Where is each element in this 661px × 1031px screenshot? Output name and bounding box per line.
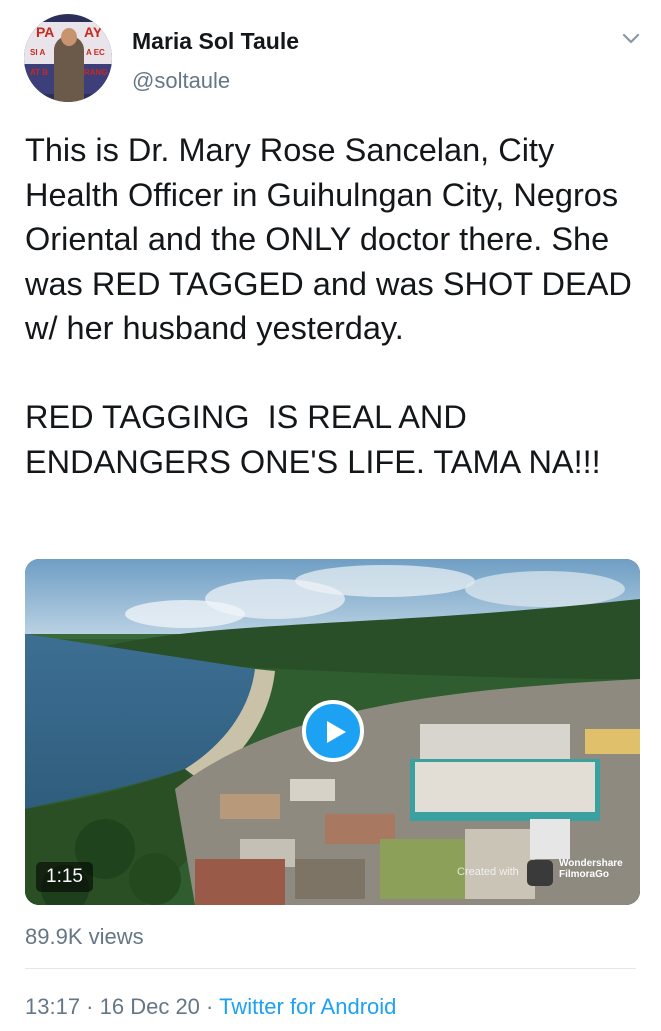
- video-duration: 1:15: [36, 862, 93, 892]
- tweet-meta: 13:17 · 16 Dec 20 · Twitter for Android: [25, 994, 397, 1019]
- avatar-sign-text: SI A: [30, 48, 46, 57]
- video-watermark-brand: Wondershare FilmoraGo: [559, 858, 623, 880]
- play-button[interactable]: [302, 700, 364, 762]
- avatar-sign-text: RANG: [84, 68, 108, 77]
- avatar-sign-text: A EC: [86, 48, 105, 57]
- tweet-source-link[interactable]: Twitter for Android: [219, 994, 396, 1019]
- video-watermark-text: Created with: [457, 866, 519, 878]
- avatar-head: [61, 28, 77, 46]
- filmora-logo-icon: [527, 860, 553, 886]
- avatar-sign-text: PA: [36, 24, 55, 40]
- chevron-down-icon[interactable]: [620, 30, 642, 48]
- tweet-text: This is Dr. Mary Rose Sancelan, City Hea…: [25, 132, 632, 480]
- avatar[interactable]: PA AY SI A A EC AT B RANG: [24, 14, 112, 102]
- tweet-time: 13:17: [25, 994, 81, 1019]
- play-icon: [327, 721, 346, 743]
- tweet-date: 16 Dec 20: [99, 994, 200, 1019]
- divider: [25, 968, 636, 969]
- author-handle[interactable]: @soltaule: [132, 68, 230, 94]
- author-name[interactable]: Maria Sol Taule: [132, 28, 299, 55]
- avatar-sign-text: AY: [84, 24, 103, 40]
- avatar-sign-text: AT B: [30, 68, 49, 77]
- view-count: 89.9K views: [25, 924, 144, 949]
